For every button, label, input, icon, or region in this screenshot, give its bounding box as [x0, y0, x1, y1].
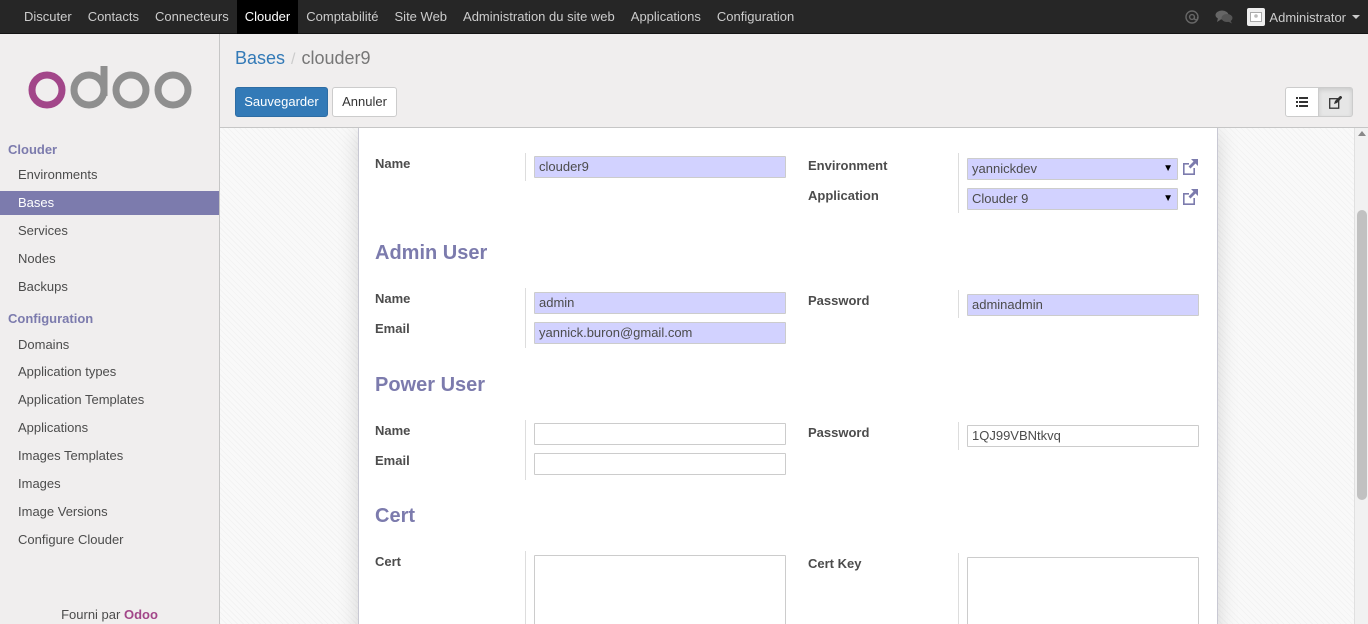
- power-name-label: Name: [375, 423, 411, 438]
- chat-icon[interactable]: [1215, 10, 1233, 24]
- sidebar-footer: Fourni par Odoo: [0, 607, 219, 622]
- sidebar-item-domains[interactable]: Domains: [0, 333, 219, 357]
- menu-comptabilite[interactable]: Comptabilité: [298, 0, 386, 34]
- user-menu[interactable]: Administrator: [1241, 8, 1368, 26]
- avatar-icon: [1247, 8, 1266, 26]
- sidebar-item-image-versions[interactable]: Image Versions: [0, 500, 219, 524]
- sidebar-item-backups[interactable]: Backups: [0, 275, 219, 299]
- sidebar-item-services[interactable]: Services: [0, 219, 219, 243]
- external-link-icon[interactable]: [1180, 187, 1200, 207]
- sidebar-item-application-types[interactable]: Application types: [0, 360, 219, 384]
- admin-name-label: Name: [375, 291, 411, 306]
- form-view-button[interactable]: [1319, 87, 1353, 117]
- sidebar-item-environments[interactable]: Environments: [0, 163, 219, 187]
- footer-brand-link[interactable]: Odoo: [124, 607, 158, 622]
- divider: [525, 288, 526, 348]
- dropdown-arrow-icon: ▼: [1163, 163, 1173, 174]
- control-panel: Bases / clouder9 Sauvegarder Annuler: [220, 34, 1368, 128]
- dropdown-arrow-icon: ▼: [1163, 193, 1173, 204]
- menu-discuter[interactable]: Discuter: [16, 0, 80, 34]
- admin-password-field[interactable]: adminadmin: [967, 294, 1199, 316]
- cert-key-textarea[interactable]: [967, 557, 1199, 624]
- sidebar-item-nodes[interactable]: Nodes: [0, 247, 219, 271]
- application-select[interactable]: Clouder 9 ▼: [967, 188, 1178, 210]
- at-icon[interactable]: [1185, 10, 1200, 24]
- power-password-label: Password: [808, 425, 870, 440]
- breadcrumb-bases-link[interactable]: Bases: [235, 48, 285, 68]
- admin-user-heading: Admin User: [375, 242, 488, 264]
- divider: [958, 422, 959, 450]
- admin-email-field[interactable]: yannick.buron@gmail.com: [534, 322, 786, 344]
- menu-connecteurs[interactable]: Connecteurs: [147, 0, 237, 34]
- user-name: Administrator: [1269, 9, 1346, 25]
- menu-applications[interactable]: Applications: [623, 0, 709, 34]
- view-switcher: [1285, 87, 1353, 117]
- footer-prefix: Fourni par: [61, 607, 121, 622]
- divider: [958, 153, 959, 213]
- external-link-icon[interactable]: [1180, 157, 1200, 177]
- menu-clouder[interactable]: Clouder: [236, 0, 299, 34]
- save-button[interactable]: Sauvegarder: [235, 87, 328, 117]
- sidebar: Clouder Environments Bases Services Node…: [0, 34, 220, 624]
- scrollbar[interactable]: [1354, 128, 1368, 624]
- environment-value: yannickdev: [972, 161, 1038, 176]
- odoo-logo: [26, 66, 194, 115]
- list-view-button[interactable]: [1285, 87, 1319, 117]
- chevron-down-icon: [1352, 15, 1360, 19]
- top-menu: Discuter Contacts Connecteurs Clouder Co…: [16, 0, 802, 34]
- content-area: Name clouder9 Environment Application ya…: [220, 128, 1354, 624]
- sidebar-item-images[interactable]: Images: [0, 472, 219, 496]
- sidebar-section-clouder: Clouder: [8, 142, 58, 157]
- divider: [525, 551, 526, 624]
- divider: [525, 420, 526, 480]
- divider: [525, 153, 526, 181]
- divider: [958, 553, 959, 624]
- breadcrumb-separator: /: [291, 51, 296, 68]
- power-user-heading: Power User: [375, 374, 486, 396]
- divider: [958, 290, 959, 318]
- scrollbar-thumb[interactable]: [1357, 210, 1367, 500]
- admin-email-label: Email: [375, 321, 410, 336]
- cert-textarea[interactable]: [534, 555, 786, 624]
- cert-label: Cert: [375, 554, 402, 569]
- name-field[interactable]: clouder9: [534, 156, 786, 178]
- cert-key-label: Cert Key: [808, 556, 862, 571]
- environment-select[interactable]: yannickdev ▼: [967, 158, 1178, 180]
- menu-site-web[interactable]: Site Web: [387, 0, 456, 34]
- top-navbar: Discuter Contacts Connecteurs Clouder Co…: [0, 0, 1368, 34]
- breadcrumb: Bases / clouder9: [235, 48, 371, 69]
- sidebar-item-bases[interactable]: Bases: [0, 191, 219, 215]
- list-icon: [1296, 97, 1308, 107]
- sidebar-item-application-templates[interactable]: Application Templates: [0, 388, 219, 412]
- application-label: Application: [808, 188, 879, 203]
- edit-icon: [1329, 95, 1342, 109]
- sidebar-item-images-templates[interactable]: Images Templates: [0, 444, 219, 468]
- power-password-field[interactable]: 1QJ99VBNtkvq: [967, 425, 1199, 447]
- admin-name-field[interactable]: admin: [534, 292, 786, 314]
- cert-heading: Cert: [375, 505, 416, 527]
- power-name-field[interactable]: [534, 423, 786, 445]
- breadcrumb-current: clouder9: [301, 48, 371, 68]
- sidebar-item-applications[interactable]: Applications: [0, 416, 219, 440]
- cancel-button[interactable]: Annuler: [332, 87, 397, 117]
- admin-password-label: Password: [808, 293, 870, 308]
- menu-administration-site-web[interactable]: Administration du site web: [455, 0, 623, 34]
- power-email-field[interactable]: [534, 453, 786, 475]
- name-label: Name: [375, 156, 411, 171]
- power-email-label: Email: [375, 453, 410, 468]
- scroll-up-icon[interactable]: [1358, 131, 1366, 136]
- menu-configuration[interactable]: Configuration: [709, 0, 802, 34]
- sidebar-section-configuration: Configuration: [8, 311, 94, 326]
- menu-contacts[interactable]: Contacts: [80, 0, 147, 34]
- sidebar-item-configure-clouder[interactable]: Configure Clouder: [0, 528, 219, 552]
- environment-label: Environment: [808, 158, 888, 173]
- application-value: Clouder 9: [972, 191, 1029, 206]
- form-sheet: Name clouder9 Environment Application ya…: [358, 128, 1218, 624]
